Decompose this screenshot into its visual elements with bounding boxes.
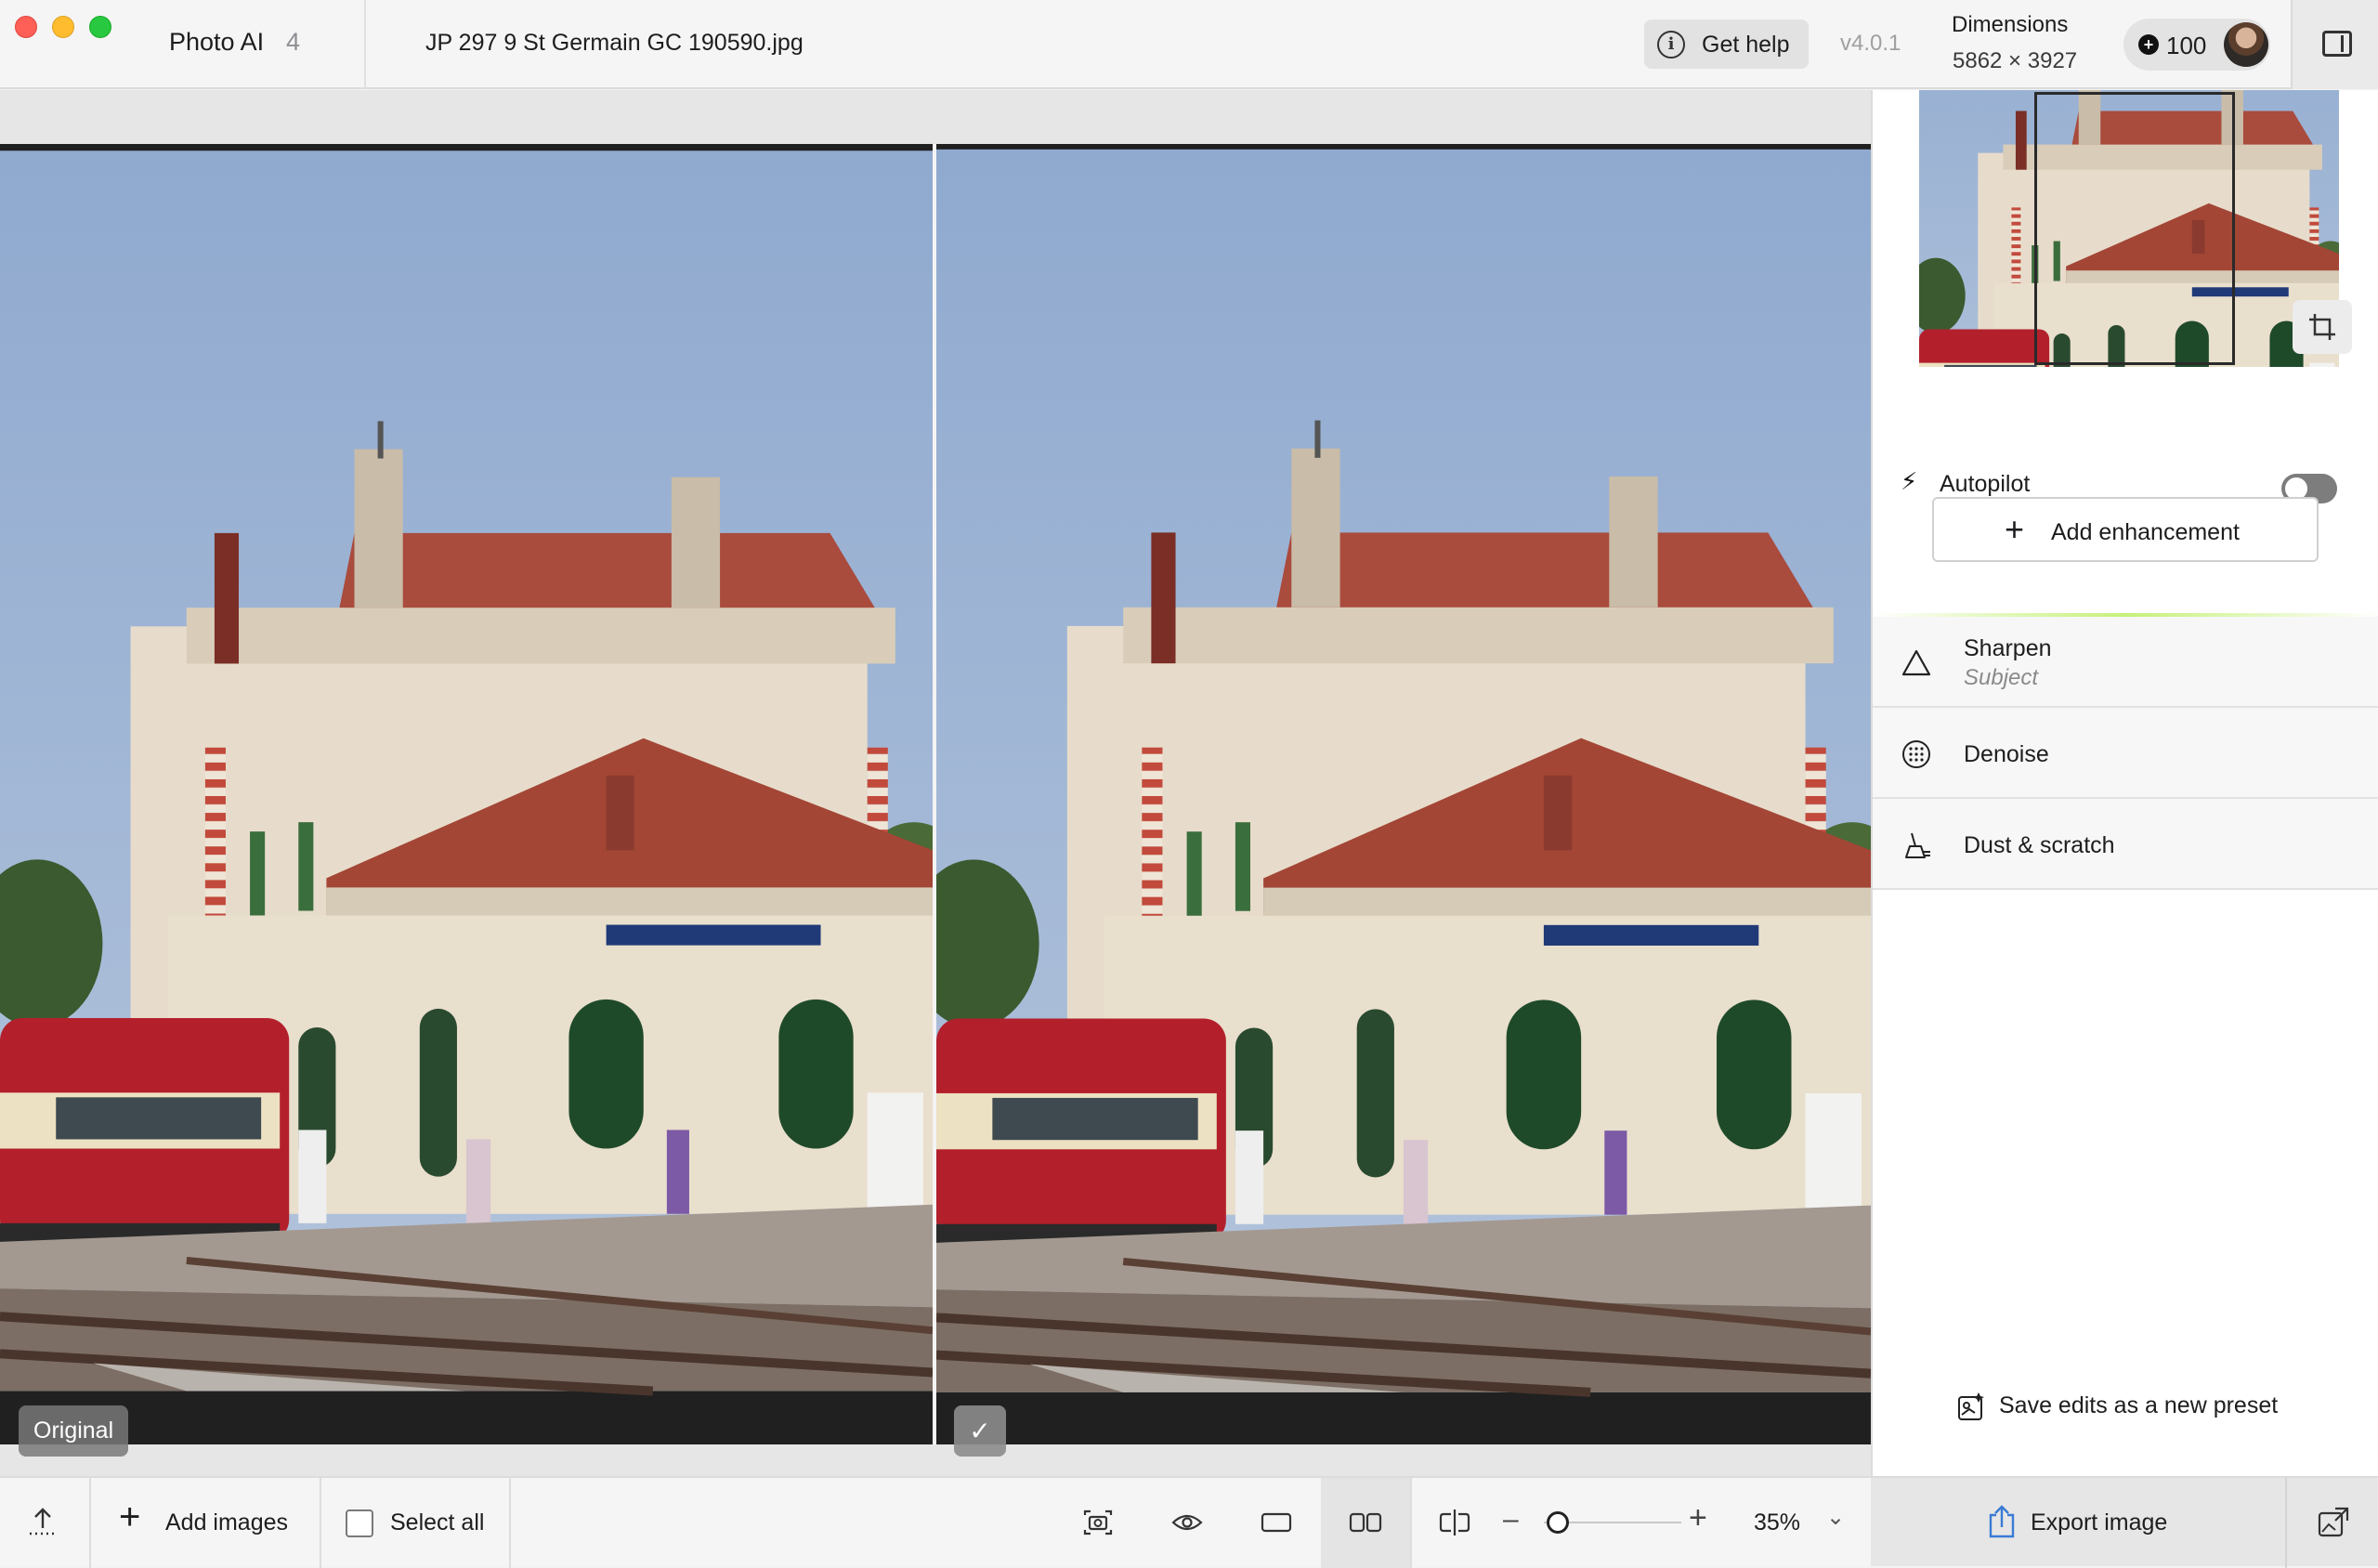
plus-icon: +: [119, 1496, 141, 1537]
check-icon[interactable]: ✓: [954, 1405, 1006, 1457]
zoom-value[interactable]: 35%: [1754, 1509, 1800, 1536]
toolbar-separator: [1410, 1478, 1412, 1568]
preset-icon: [1958, 1392, 1984, 1420]
toolbar-separator: [89, 1478, 91, 1568]
plus-icon: +: [2005, 510, 2025, 548]
enhanced-preview[interactable]: [936, 144, 1871, 1444]
original-label: Original: [19, 1405, 129, 1457]
bottom-toolbar: + Add images Select all – + 35% ⌄: [0, 1476, 1871, 1568]
enhancement-subtitle: Subject: [1964, 665, 2039, 690]
dots-circle-icon: [1902, 740, 1930, 768]
broom-icon: [1905, 832, 1930, 858]
export-settings-button[interactable]: [2287, 1478, 2378, 1568]
credit-count: 100: [2166, 32, 2207, 59]
original-preview[interactable]: [0, 144, 933, 1444]
app-version: 4: [286, 28, 301, 56]
dimensions-title: Dimensions: [1952, 12, 2069, 37]
camera-icon: [1083, 1509, 1113, 1535]
side-by-side-view-button[interactable]: [1339, 1496, 1392, 1548]
right-panel: ⚡︎ Autopilot + Add enhancement Sharpen S…: [1871, 90, 2378, 1476]
original-photo: [0, 144, 933, 1444]
export-image-label: Export image: [2031, 1509, 2168, 1535]
chevron-down-icon[interactable]: ⌄: [1826, 1504, 1845, 1531]
side-by-side-icon: [1349, 1512, 1382, 1533]
add-enhancement-button[interactable]: + Add enhancement: [1932, 497, 2319, 562]
add-images-label: Add images: [165, 1509, 289, 1535]
export-settings-icon: [2318, 1507, 2349, 1537]
get-help-label: Get help: [1702, 32, 1790, 58]
toolbar-separator: [320, 1478, 321, 1568]
autopilot-label: Autopilot: [1940, 471, 2031, 497]
enhancement-dust-scratch[interactable]: Dust & scratch: [1873, 799, 2378, 890]
enhancement-list: Sharpen Subject Denoise Dust & scratch: [1873, 617, 2378, 890]
export-area: Export image: [1871, 1476, 2378, 1568]
toggle-right-panel-button[interactable]: [2291, 0, 2378, 89]
split-view-button[interactable]: [1429, 1496, 1481, 1548]
single-view-icon: [1261, 1512, 1292, 1533]
triangle-icon: [1901, 649, 1931, 676]
split-view-icon: [1439, 1509, 1470, 1535]
bolt-icon: ⚡︎: [1901, 467, 1918, 495]
add-enhancement-label: Add enhancement: [2051, 519, 2240, 545]
upload-button[interactable]: [26, 1506, 59, 1544]
get-help-button[interactable]: i Get help: [1644, 20, 1809, 69]
info-icon: i: [1657, 31, 1685, 59]
navigator-viewport[interactable]: [2034, 92, 2235, 365]
enhancement-name: Sharpen: [1964, 635, 2052, 661]
titlebar-divider: [364, 0, 366, 89]
save-preset-label: Save edits as a new preset: [1999, 1392, 2279, 1418]
app-name: Photo AI: [169, 28, 265, 56]
version-label: v4.0.1: [1840, 31, 1901, 56]
dimensions-value: 5862 × 3927: [1953, 48, 2078, 73]
export-image-button[interactable]: Export image: [1871, 1478, 2285, 1568]
toolbar-separator: [509, 1478, 511, 1568]
credit-coin-icon: +: [2138, 34, 2159, 55]
credits-account-button[interactable]: + 100: [2123, 19, 2270, 71]
preview-eye-button[interactable]: [1161, 1496, 1213, 1548]
zoom-out-button[interactable]: –: [1503, 1504, 1519, 1535]
checkbox-icon: [346, 1509, 373, 1537]
zoom-slider-handle[interactable]: [1546, 1511, 1569, 1534]
upload-icon: [30, 1508, 56, 1535]
single-view-button[interactable]: [1250, 1496, 1302, 1548]
image-canvas[interactable]: Original ✓: [0, 90, 1871, 1476]
file-name: JP 297 9 St Germain GC 190590.jpg: [425, 30, 804, 56]
sidebar-toggle-icon: [2322, 31, 2352, 57]
share-icon: [1989, 1505, 2015, 1538]
enhancement-sharpen[interactable]: Sharpen Subject: [1873, 617, 2378, 708]
enhancement-name: Dust & scratch: [1964, 832, 2115, 858]
close-window-button[interactable]: [15, 16, 37, 38]
navigator-thumbnail[interactable]: [1919, 90, 2339, 367]
crop-button[interactable]: [2293, 300, 2352, 354]
minimize-window-button[interactable]: [52, 16, 74, 38]
enhanced-photo: [936, 144, 1871, 1444]
snapshot-button[interactable]: [1072, 1496, 1124, 1548]
crop-icon: [2309, 314, 2335, 340]
avatar[interactable]: [2224, 22, 2268, 67]
enhancement-denoise[interactable]: Denoise: [1873, 708, 2378, 799]
zoom-in-button[interactable]: +: [1689, 1500, 1707, 1536]
zoom-window-button[interactable]: [89, 16, 111, 38]
eye-icon: [1171, 1514, 1203, 1531]
enhancement-name: Denoise: [1964, 741, 2049, 767]
select-all-label: Select all: [390, 1509, 485, 1535]
title-bar: Photo AI 4 JP 297 9 St Germain GC 190590…: [0, 0, 2378, 89]
